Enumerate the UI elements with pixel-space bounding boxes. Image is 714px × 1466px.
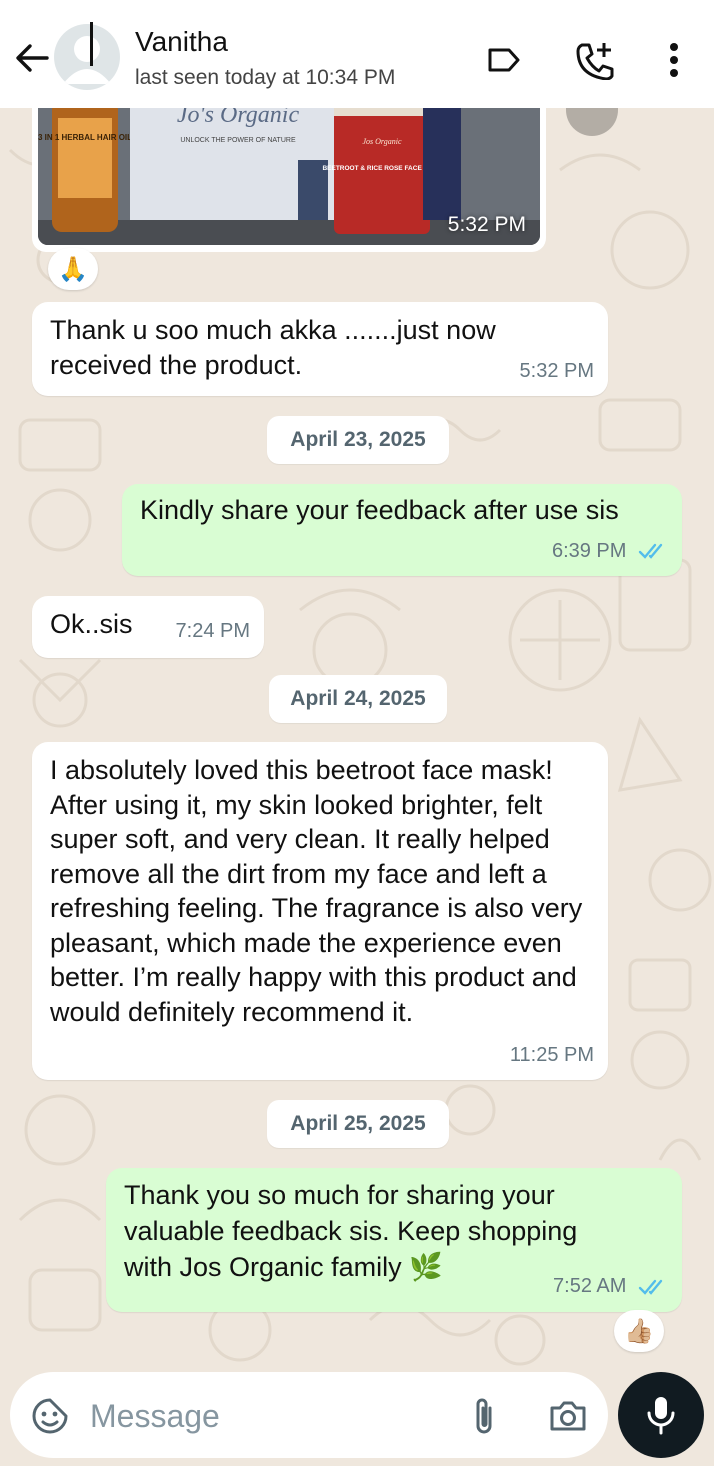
avatar-placeholder-icon [63, 36, 111, 84]
message-text: Thank u soo much akka .......just now re… [50, 315, 496, 380]
message-time: 7:24 PM [175, 619, 250, 642]
voice-message-button[interactable] [618, 1372, 704, 1458]
message-time: 5:32 PM [447, 213, 526, 236]
message-time-wrap: 6:39 PM [552, 534, 668, 569]
message-time: 5:32 PM [519, 359, 594, 382]
back-button[interactable] [12, 38, 52, 78]
message-text: Kindly share your feedback after use sis [140, 495, 619, 525]
last-seen-status: last seen today at 10:34 PM [135, 66, 396, 89]
add-call-icon [576, 43, 614, 80]
camera-icon [550, 1401, 586, 1431]
product-photo[interactable]: 3 IN 1 HERBAL HAIR OIL Jo's Organic UNLO… [38, 100, 540, 245]
attach-button[interactable] [462, 1394, 506, 1438]
message-composer [10, 1372, 608, 1458]
double-tick-icon [638, 1279, 663, 1295]
message-text: Thank you so much for sharing your valua… [124, 1180, 578, 1282]
camera-button[interactable] [546, 1394, 590, 1438]
mic-icon [647, 1397, 675, 1435]
date-separator: April 24, 2025 [269, 675, 447, 723]
sticker-icon [32, 1398, 68, 1434]
message-time: 6:39 PM [551, 539, 627, 562]
reaction-emoji[interactable]: 🙏 [48, 248, 98, 290]
incoming-message[interactable]: Thank u soo much akka .......just now re… [32, 302, 608, 396]
chat-header: Vanitha last seen today at 10:34 PM [0, 0, 714, 108]
contact-name[interactable]: Vanitha [135, 26, 228, 58]
date-separator: April 25, 2025 [267, 1100, 449, 1148]
message-input[interactable] [90, 1392, 450, 1440]
reaction-emoji[interactable]: 👍🏼 [614, 1310, 664, 1352]
text-caret [90, 22, 93, 66]
image-message[interactable]: 3 IN 1 HERBAL HAIR OIL Jo's Organic UNLO… [32, 100, 546, 252]
message-time: 7:52 AM [553, 1275, 627, 1297]
label-icon [488, 48, 520, 72]
label-button[interactable] [482, 38, 526, 82]
outgoing-message[interactable]: Thank you so much for sharing your valua… [106, 1168, 682, 1312]
sticker-button[interactable] [28, 1394, 72, 1438]
back-arrow-icon [16, 44, 49, 72]
incoming-message[interactable]: I absolutely loved this beetroot face ma… [32, 742, 608, 1080]
bottle-label: 3 IN 1 HERBAL HAIR OIL [38, 133, 132, 142]
date-separator: April 23, 2025 [267, 416, 449, 464]
pack-tagline: UNLOCK THE POWER OF NATURE [180, 137, 296, 144]
add-call-button[interactable] [572, 38, 616, 82]
outgoing-message[interactable]: Kindly share your feedback after use sis… [122, 484, 682, 576]
jar-brand: Jos Organic [362, 137, 401, 146]
message-time-wrap: 7:52 AM [553, 1268, 668, 1304]
message-text: Ok..sis [50, 609, 133, 639]
more-vert-icon [670, 43, 678, 77]
message-text: I absolutely loved this beetroot face ma… [50, 755, 583, 1027]
incoming-message[interactable]: Ok..sis 7:24 PM [32, 596, 264, 658]
message-time: 11:25 PM [509, 1043, 594, 1066]
more-options-button[interactable] [652, 38, 696, 82]
double-tick-icon [638, 544, 663, 559]
avatar[interactable] [54, 24, 120, 90]
attach-icon [476, 1398, 492, 1434]
